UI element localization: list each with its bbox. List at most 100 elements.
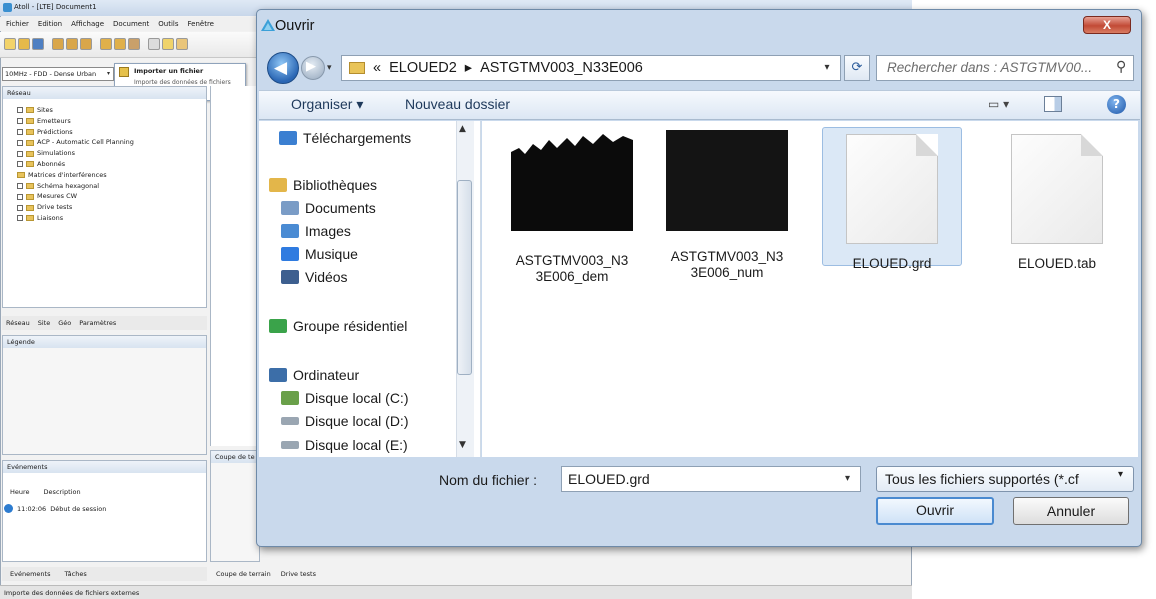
cut-icon[interactable] <box>148 38 160 50</box>
file-item-tab[interactable]: ELOUED.tab <box>987 134 1127 272</box>
paste-icon[interactable] <box>176 38 188 50</box>
checkbox-icon[interactable] <box>17 193 23 200</box>
nav-item-disque-e[interactable]: Disque local (E:) <box>281 437 408 453</box>
reseau-panel: Réseau Sites Emetteurs Prédictions ACP -… <box>2 86 207 308</box>
scroll-up-icon[interactable]: ▲ <box>459 124 466 134</box>
export-icon[interactable] <box>66 38 78 50</box>
tree-item-abonnes[interactable]: Abonnés <box>17 159 134 170</box>
map-view[interactable] <box>210 86 260 446</box>
breadcrumb-separator-icon[interactable]: ▸ <box>465 60 472 76</box>
open-button[interactable]: Ouvrir <box>876 497 994 525</box>
tab-drive-tests[interactable]: Drive tests <box>281 570 316 578</box>
checkbox-icon[interactable] <box>17 118 23 125</box>
address-dropdown-icon[interactable]: ▾ <box>813 55 841 81</box>
lock-icon[interactable] <box>128 38 140 50</box>
tab-taches[interactable]: Tâches <box>64 570 86 578</box>
refresh-button[interactable]: ⟳ <box>844 55 870 81</box>
cancel-button[interactable]: Annuler <box>1013 497 1129 525</box>
preview-pane-icon[interactable] <box>1044 96 1062 112</box>
breadcrumb-current[interactable]: ASTGTMV003_N33E006 <box>480 60 643 76</box>
import-icon[interactable] <box>52 38 64 50</box>
breadcrumb-eloued2[interactable]: ELOUED2 <box>389 60 457 76</box>
file-item-grd[interactable]: ELOUED.grd <box>822 134 962 272</box>
import-file-label[interactable]: Importer un fichier <box>134 67 203 75</box>
technology-select[interactable]: 10MHz - FDD - Dense Urban <box>2 67 114 81</box>
tab-geo[interactable]: Géo <box>58 319 71 327</box>
filename-dropdown-icon[interactable]: ▾ <box>845 466 861 492</box>
nav-item-disque-d[interactable]: Disque local (D:) <box>281 413 408 429</box>
change-view-icon[interactable]: ▭ ▾ <box>988 97 1009 111</box>
new-folder-button[interactable]: Nouveau dossier <box>405 96 510 112</box>
nav-item-ordinateur[interactable]: Ordinateur <box>269 367 359 383</box>
column-heure[interactable]: Heure <box>10 488 30 496</box>
checkbox-icon[interactable] <box>17 215 23 222</box>
back-button[interactable]: ◀ <box>267 52 299 84</box>
menu-affichage[interactable]: Affichage <box>71 20 104 28</box>
nav-scroll-thumb[interactable] <box>457 180 472 375</box>
menu-document[interactable]: Document <box>113 20 149 28</box>
tree-item-liaisons[interactable]: Liaisons <box>17 213 134 224</box>
tree-item-simulations[interactable]: Simulations <box>17 148 134 159</box>
nav-item-telechargements[interactable]: Téléchargements <box>279 130 411 146</box>
breadcrumb-overflow[interactable]: « <box>373 60 381 76</box>
tab-site[interactable]: Site <box>38 319 50 327</box>
tree-item-drive-tests[interactable]: Drive tests <box>17 202 134 213</box>
nav-item-documents[interactable]: Documents <box>281 200 376 216</box>
menu-fichier[interactable]: Fichier <box>6 20 29 28</box>
file-type-filter[interactable]: Tous les fichiers supportés (*.cf <box>876 466 1134 492</box>
event-row[interactable]: 11:02:06 Début de session <box>4 504 106 513</box>
tab-parametres[interactable]: Paramètres <box>79 319 116 327</box>
folder2-icon[interactable] <box>114 38 126 50</box>
nav-item-images[interactable]: Images <box>281 223 351 239</box>
search-icon[interactable]: ⚲ <box>1116 59 1126 75</box>
nav-item-bibliotheques[interactable]: Bibliothèques <box>269 177 377 193</box>
tree-item-schema[interactable]: Schéma hexagonal <box>17 181 134 192</box>
nav-item-videos[interactable]: Vidéos <box>281 269 348 285</box>
drive-c-icon <box>281 391 299 405</box>
folder-icon[interactable] <box>100 38 112 50</box>
file-item-num[interactable]: ASTGTMV003_N3 3E006_num <box>657 130 797 281</box>
open-dialog: Ouvrir X ◀ ▶ ▾ « ELOUED2 ▸ ASTGTMV003_N3… <box>256 9 1142 547</box>
menu-edition[interactable]: Edition <box>38 20 62 28</box>
checkbox-icon[interactable] <box>17 161 23 168</box>
checkbox-icon[interactable] <box>17 182 23 189</box>
column-description[interactable]: Description <box>44 488 81 496</box>
scroll-down-icon[interactable]: ▼ <box>459 440 466 450</box>
history-dropdown-icon[interactable]: ▾ <box>327 63 332 73</box>
nav-item-disque-c[interactable]: Disque local (C:) <box>281 390 408 406</box>
checkbox-icon[interactable] <box>17 139 23 146</box>
tree-item-acp[interactable]: ACP - Automatic Cell Planning <box>17 137 134 148</box>
filename-input[interactable]: ELOUED.grd <box>561 466 861 492</box>
checkbox-icon[interactable] <box>17 204 23 211</box>
event-time: 11:02:06 <box>17 504 47 513</box>
tab-evenements[interactable]: Evénements <box>10 570 50 578</box>
nav-item-musique[interactable]: Musique <box>281 246 358 262</box>
search-input[interactable]: Rechercher dans : ASTGTMV00... <box>876 55 1134 81</box>
nav-item-groupe-residentiel[interactable]: Groupe résidentiel <box>269 318 407 334</box>
tree-item-matrices[interactable]: Matrices d'interférences <box>17 170 134 181</box>
checkbox-icon[interactable] <box>17 107 23 114</box>
help-icon[interactable]: ? <box>1107 95 1126 114</box>
checkbox-icon[interactable] <box>17 150 23 157</box>
tab-reseau[interactable]: Réseau <box>6 319 30 327</box>
tree-item-sites[interactable]: Sites <box>17 105 134 116</box>
tree-item-mesures[interactable]: Mesures CW <box>17 191 134 202</box>
tree-item-predictions[interactable]: Prédictions <box>17 127 134 138</box>
save-icon[interactable] <box>32 38 44 50</box>
checkbox-icon[interactable] <box>17 128 23 135</box>
file-item-dem[interactable]: ASTGTMV003_N3 3E006_dem <box>502 130 642 285</box>
filter-dropdown-icon[interactable]: ▾ <box>1118 469 1123 480</box>
tab-coupe-terrain[interactable]: Coupe de terrain <box>216 570 271 578</box>
menu-outils[interactable]: Outils <box>158 20 178 28</box>
close-button[interactable]: X <box>1083 16 1131 34</box>
tree-item-emetteurs[interactable]: Emetteurs <box>17 116 134 127</box>
address-bar[interactable]: « ELOUED2 ▸ ASTGTMV003_N33E006 <box>341 55 841 81</box>
organiser-button[interactable]: Organiser ▾ <box>291 96 363 113</box>
new-icon[interactable] <box>4 38 16 50</box>
back-arrow-icon: ◀ <box>274 58 288 78</box>
tool-icon[interactable] <box>80 38 92 50</box>
forward-button[interactable]: ▶ <box>301 56 325 80</box>
menu-fenetre[interactable]: Fenêtre <box>188 20 214 28</box>
open-icon[interactable] <box>18 38 30 50</box>
copy-icon[interactable] <box>162 38 174 50</box>
